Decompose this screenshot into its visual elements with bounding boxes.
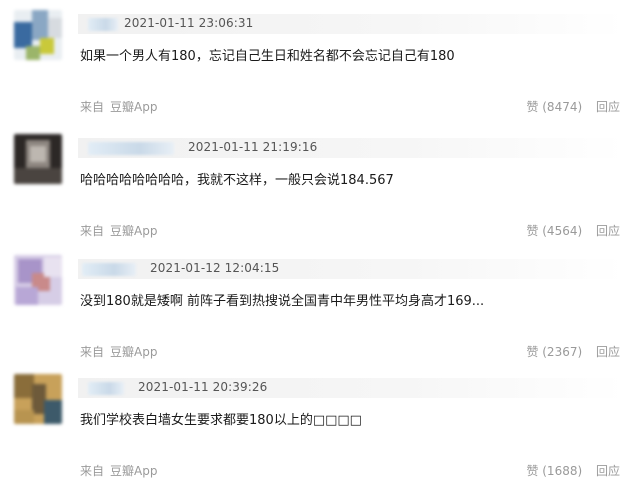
source-app-link[interactable]: 豆瓣App xyxy=(110,464,157,478)
source-app-link[interactable]: 豆瓣App xyxy=(110,224,157,238)
source-app-link[interactable]: 豆瓣App xyxy=(110,100,157,114)
username-blurred[interactable] xyxy=(82,263,136,276)
comment-text: 没到180就是矮啊 前阵子看到热搜说全国青中年男性平均身高才169... xyxy=(80,294,485,309)
like-button[interactable]: 赞 (1688) xyxy=(526,464,582,478)
avatar[interactable] xyxy=(14,255,62,305)
comment-timestamp: 2021-01-11 21:19:16 xyxy=(188,140,318,154)
source-prefix: 来自 xyxy=(80,100,105,114)
like-button[interactable]: 赞 (8474) xyxy=(526,100,582,114)
comment-text: 我们学校表白墙女生要求都要180以上的□□□□ xyxy=(80,413,362,428)
source-prefix: 来自 xyxy=(80,224,105,238)
comment-actions: 赞 (1688) 回应 xyxy=(526,462,620,479)
reply-button[interactable]: 回应 xyxy=(596,224,620,238)
comment-text: 哈哈哈哈哈哈哈哈，我就不这样，一般只会说184.567 xyxy=(80,173,394,188)
username-blurred[interactable] xyxy=(88,382,124,395)
avatar[interactable] xyxy=(14,374,62,424)
avatar[interactable] xyxy=(14,10,62,60)
reply-button[interactable]: 回应 xyxy=(596,345,620,359)
comment-meta: 2021-01-12 12:04:15 xyxy=(78,259,624,279)
source-app-link[interactable]: 豆瓣App xyxy=(110,345,157,359)
like-button[interactable]: 赞 (4564) xyxy=(526,224,582,238)
comment-actions: 赞 (8474) 回应 xyxy=(526,98,620,115)
comment-meta: 2021-01-11 23:06:31 xyxy=(78,14,624,34)
comment-actions: 赞 (2367) 回应 xyxy=(526,343,620,360)
comment-item: 2021-01-11 21:19:16 哈哈哈哈哈哈哈哈，我就不这样，一般只会说… xyxy=(0,124,640,242)
comment-item: 2021-01-11 23:06:31 如果一个男人有180，忘记自己生日和姓名… xyxy=(0,0,640,118)
source-prefix: 来自 xyxy=(80,464,105,478)
username-blurred[interactable] xyxy=(88,142,174,155)
comment-timestamp: 2021-01-11 23:06:31 xyxy=(124,16,254,30)
comment-source: 来自 豆瓣App xyxy=(80,98,157,115)
comment-list: 2021-01-11 23:06:31 如果一个男人有180，忘记自己生日和姓名… xyxy=(0,0,640,495)
comment-item: 2021-01-12 12:04:15 没到180就是矮啊 前阵子看到热搜说全国… xyxy=(0,245,640,363)
comment-item: 2021-01-11 20:39:26 我们学校表白墙女生要求都要180以上的□… xyxy=(0,364,640,482)
like-button[interactable]: 赞 (2367) xyxy=(526,345,582,359)
comment-source: 来自 豆瓣App xyxy=(80,222,157,239)
comment-source: 来自 豆瓣App xyxy=(80,462,157,479)
comment-timestamp: 2021-01-12 12:04:15 xyxy=(150,261,280,275)
comment-actions: 赞 (4564) 回应 xyxy=(526,222,620,239)
source-prefix: 来自 xyxy=(80,345,105,359)
avatar[interactable] xyxy=(14,134,62,184)
comment-text: 如果一个男人有180，忘记自己生日和姓名都不会忘记自己有180 xyxy=(80,49,455,64)
comment-meta: 2021-01-11 20:39:26 xyxy=(78,378,624,398)
username-blurred[interactable] xyxy=(88,18,118,31)
comment-meta: 2021-01-11 21:19:16 xyxy=(78,138,624,158)
reply-button[interactable]: 回应 xyxy=(596,100,620,114)
comment-source: 来自 豆瓣App xyxy=(80,343,157,360)
reply-button[interactable]: 回应 xyxy=(596,464,620,478)
comment-timestamp: 2021-01-11 20:39:26 xyxy=(138,380,268,394)
